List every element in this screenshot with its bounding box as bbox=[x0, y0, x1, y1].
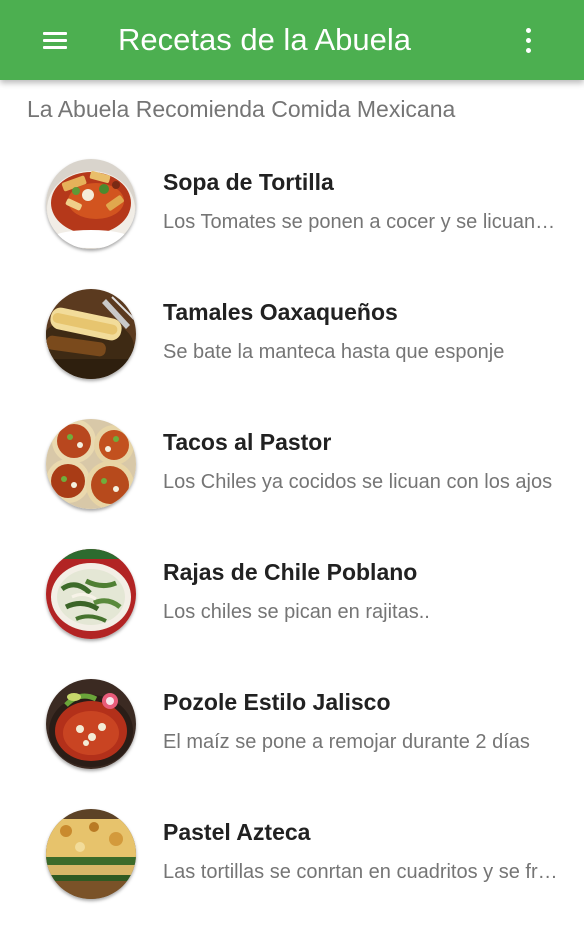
recipe-title: Tamales Oaxaqueños bbox=[163, 299, 398, 325]
recipe-title: Pozole Estilo Jalisco bbox=[163, 689, 391, 715]
recipe-title: Rajas de Chile Poblano bbox=[163, 559, 418, 585]
pozole-estilo-jalisco-photo bbox=[46, 679, 136, 769]
recipe-item-tamales-oaxaquenos[interactable]: Tamales Oaxaqueños Se bate la manteca ha… bbox=[0, 280, 584, 410]
tacos-al-pastor-photo bbox=[46, 419, 136, 509]
recipe-item-pastel-azteca[interactable]: Pastel Azteca Las tortillas se conrtan e… bbox=[0, 800, 584, 930]
recipe-title: Sopa de Tortilla bbox=[163, 169, 334, 195]
rajas-de-chile-poblano-photo bbox=[46, 549, 136, 639]
pastel-azteca-photo bbox=[46, 809, 136, 899]
recipe-description: Los Chiles ya cocidos se licuan con los … bbox=[163, 471, 553, 493]
recipe-item-tacos-al-pastor[interactable]: Tacos al Pastor Los Chiles ya cocidos se… bbox=[0, 410, 584, 540]
recipe-item-sopa-de-tortilla[interactable]: Sopa de Tortilla Los Tomates se ponen a … bbox=[0, 150, 584, 280]
more-vertical-icon[interactable] bbox=[514, 24, 542, 58]
recipe-list: Sopa de Tortilla Los Tomates se ponen a … bbox=[0, 150, 584, 930]
hamburger-menu-icon[interactable] bbox=[40, 26, 70, 54]
app-bar: Recetas de la Abuela bbox=[0, 0, 584, 80]
recipe-description: Los Tomates se ponen a cocer y se licuan… bbox=[163, 211, 559, 233]
recipe-description: Las tortillas se conrtan en cuadritos y … bbox=[163, 861, 559, 883]
recipe-item-rajas-de-chile-poblano[interactable]: Rajas de Chile Poblano Los chiles se pic… bbox=[0, 540, 584, 670]
recipe-title: Pastel Azteca bbox=[163, 819, 311, 845]
recipe-description: El maíz se pone a remojar durante 2 días bbox=[163, 731, 530, 753]
recipe-description: Los chiles se pican en rajitas.. bbox=[163, 601, 430, 623]
recipe-description: Se bate la manteca hasta que esponje bbox=[163, 341, 505, 363]
section-header: La Abuela Recomienda Comida Mexicana bbox=[27, 96, 456, 122]
recipe-item-pozole-estilo-jalisco[interactable]: Pozole Estilo Jalisco El maíz se pone a … bbox=[0, 670, 584, 800]
sopa-de-tortilla-photo bbox=[46, 159, 136, 249]
app-title: Recetas de la Abuela bbox=[118, 22, 411, 57]
tamales-oaxaquenos-photo bbox=[46, 289, 136, 379]
recipe-title: Tacos al Pastor bbox=[163, 429, 332, 455]
